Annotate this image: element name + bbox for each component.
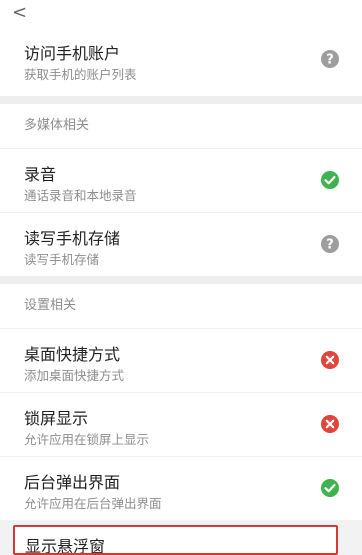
perm-title: 桌面快捷方式 [24, 345, 121, 364]
perm-subtitle: 添加桌面快捷方式 [24, 368, 125, 383]
perm-row-lockscreen[interactable]: 锁屏显示 允许应用在锁屏上显示 [0, 393, 362, 457]
section-account: 访问手机账户 获取手机的账户列表 ? [0, 28, 362, 96]
divider [0, 96, 362, 104]
perm-title: 后台弹出界面 [24, 473, 121, 492]
perm-subtitle: 允许应用在后台弹出界面 [24, 496, 162, 511]
perm-row-account[interactable]: 访问手机账户 获取手机的账户列表 ? [0, 28, 362, 96]
section-media: 多媒体相关 录音 通话录音和本地录音 读写手机存储 读写手机存储 ? [0, 104, 362, 276]
section-settings: 设置相关 桌面快捷方式 添加桌面快捷方式 锁屏显示 允许应用在锁屏上显示 后台弹… [0, 284, 362, 520]
top-bar: < [0, 0, 362, 28]
perm-title: 读写手机存储 [24, 229, 121, 248]
perm-row-popup[interactable]: 后台弹出界面 允许应用在后台弹出界面 [0, 457, 362, 520]
perm-subtitle: 通话录音和本地录音 [24, 188, 137, 203]
svg-text:?: ? [326, 238, 334, 253]
cross-icon[interactable] [320, 350, 340, 370]
cross-icon[interactable] [320, 414, 340, 434]
check-icon[interactable] [320, 478, 340, 498]
perm-row-float-highlighted[interactable]: 显示悬浮窗 [13, 525, 338, 555]
divider [0, 276, 362, 284]
svg-text:?: ? [326, 53, 334, 68]
check-icon[interactable] [320, 170, 340, 190]
perm-row-storage[interactable]: 读写手机存储 读写手机存储 ? [0, 213, 362, 276]
section-header-media: 多媒体相关 [0, 104, 362, 149]
section-header-settings: 设置相关 [0, 284, 362, 329]
perm-title: 访问手机账户 [24, 44, 121, 63]
perm-title: 锁屏显示 [24, 409, 89, 428]
perm-subtitle: 允许应用在锁屏上显示 [24, 432, 150, 447]
perm-title: 显示悬浮窗 [25, 537, 106, 555]
perm-row-shortcut[interactable]: 桌面快捷方式 添加桌面快捷方式 [0, 329, 362, 393]
back-icon[interactable]: < [12, 2, 27, 23]
perm-subtitle: 获取手机的账户列表 [24, 67, 137, 82]
perm-subtitle: 读写手机存储 [24, 252, 100, 267]
perm-title: 录音 [24, 165, 57, 184]
perm-row-record[interactable]: 录音 通话录音和本地录音 [0, 149, 362, 213]
question-icon[interactable]: ? [320, 234, 340, 254]
question-icon[interactable]: ? [320, 49, 340, 69]
